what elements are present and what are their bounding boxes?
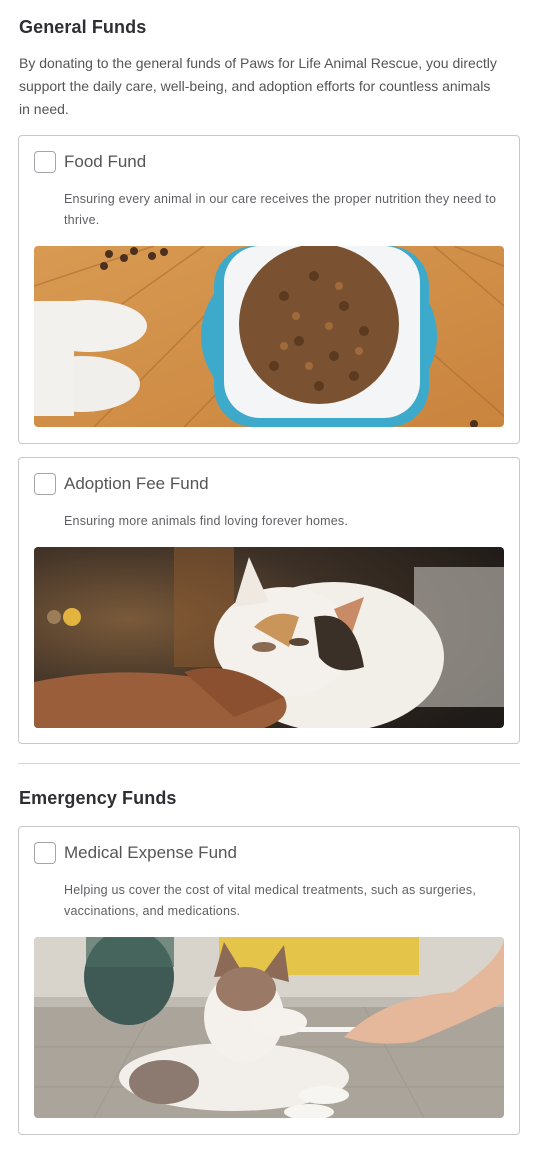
medical-expense-fund-description: Helping us cover the cost of vital medic… [64, 883, 476, 918]
medical-expense-fund-card[interactable]: Medical Expense Fund Helping us cover th… [18, 826, 520, 1135]
medical-expense-fund-title: Medical Expense Fund [64, 843, 237, 862]
food-fund-image [34, 246, 504, 427]
general-funds-heading: General Funds [19, 17, 147, 37]
medical-expense-fund-image [34, 937, 504, 1118]
food-fund-description: Ensuring every animal in our care receiv… [64, 192, 497, 227]
food-fund-title: Food Fund [64, 152, 147, 171]
food-fund-checkbox[interactable] [34, 151, 56, 173]
food-fund-card[interactable]: Food Fund Ensuring every animal in our c… [18, 135, 520, 444]
adoption-fee-fund-checkbox[interactable] [34, 473, 56, 495]
section-divider [18, 763, 520, 764]
adoption-fee-fund-image [34, 547, 504, 728]
emergency-funds-heading: Emergency Funds [19, 788, 177, 808]
adoption-fee-fund-card[interactable]: Adoption Fee Fund Ensuring more animals … [18, 457, 520, 744]
donation-funds-page: General Funds By donating to the general… [0, 0, 538, 1150]
general-funds-description: By donating to the general funds of Paws… [19, 55, 497, 117]
adoption-fee-fund-title: Adoption Fee Fund [64, 474, 209, 493]
medical-expense-fund-checkbox[interactable] [34, 842, 56, 864]
adoption-fee-fund-description: Ensuring more animals find loving foreve… [64, 514, 349, 528]
